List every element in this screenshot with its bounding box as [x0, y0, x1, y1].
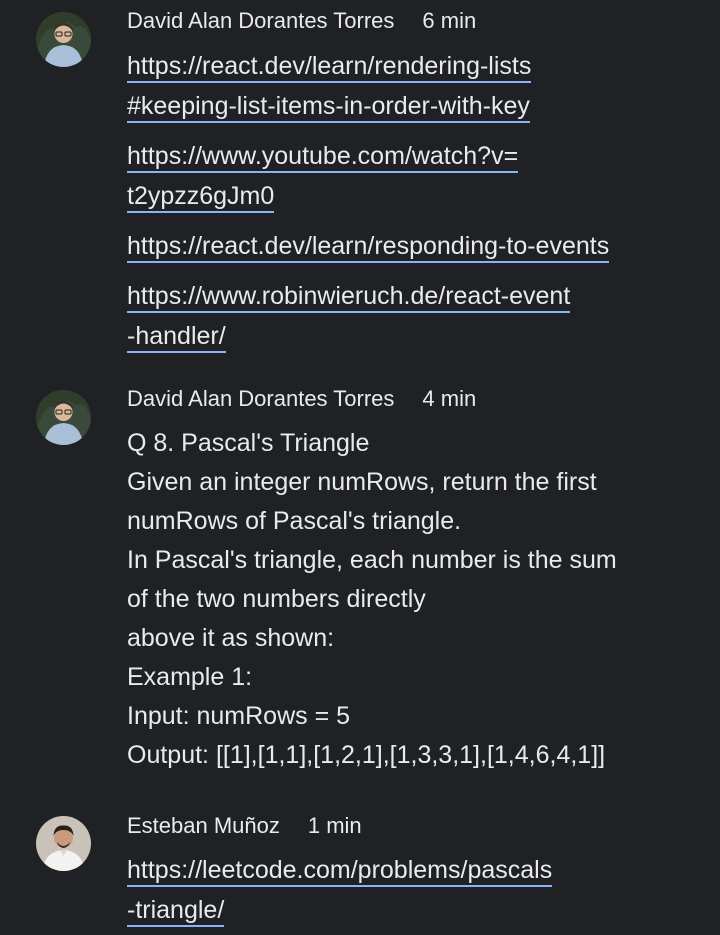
link-text-line: #keeping-list-items-in-order-with-key — [127, 92, 530, 123]
message-header: Esteban Muñoz 1 min — [127, 813, 362, 839]
message-text-line: above it as shown: — [127, 624, 335, 652]
message-text-line: Q 8. Pascal's Triangle — [127, 429, 370, 457]
message-time: 6 min — [422, 8, 477, 33]
link-text-line: t2ypzz6gJm0 — [127, 182, 275, 213]
link-text-line: https://leetcode.com/problems/pascals — [127, 856, 553, 887]
link-text-line: https://www.youtube.com/watch?v= — [127, 142, 519, 173]
message-link[interactable]: https://www.robinwieruch.de/react-event … — [127, 276, 707, 356]
message-body: Q 8. Pascal's Triangle Given an integer … — [127, 424, 707, 775]
user-avatar-glasses-icon[interactable] — [36, 390, 91, 445]
message-header: David Alan Dorantes Torres 6 min — [127, 8, 476, 34]
message-body: https://leetcode.com/problems/pascals -t… — [127, 850, 707, 930]
message-link[interactable]: https://react.dev/learn/rendering-lists … — [127, 46, 707, 126]
message-link[interactable]: https://www.youtube.com/watch?v= t2ypzz6… — [127, 136, 707, 216]
message-text-line: Output: [[1],[1,1],[1,2,1],[1,3,3,1],[1,… — [127, 741, 606, 769]
message-link[interactable]: https://leetcode.com/problems/pascals -t… — [127, 850, 707, 930]
message-body: https://react.dev/learn/rendering-lists … — [127, 46, 707, 356]
author-name: David Alan Dorantes Torres — [127, 8, 395, 33]
link-text-line: https://react.dev/learn/responding-to-ev… — [127, 232, 610, 263]
message-text-line: Given an integer numRows, return the fir… — [127, 468, 597, 496]
link-text-line: -handler/ — [127, 322, 226, 353]
author-name: Esteban Muñoz — [127, 813, 280, 838]
message-text-line: In Pascal's triangle, each number is the… — [127, 546, 617, 574]
link-text-line: -triangle/ — [127, 896, 225, 927]
link-text-line: https://www.robinwieruch.de/react-event — [127, 282, 571, 313]
message-text-line: Example 1: — [127, 663, 253, 691]
message-header: David Alan Dorantes Torres 4 min — [127, 386, 476, 412]
message-text-line: numRows of Pascal's triangle. — [127, 507, 462, 535]
message-time: 1 min — [307, 813, 362, 838]
message-text-line: of the two numbers directly — [127, 585, 426, 613]
message-link[interactable]: https://react.dev/learn/responding-to-ev… — [127, 226, 707, 266]
user-avatar-glasses-icon[interactable] — [36, 12, 91, 67]
message-text-line: Input: numRows = 5 — [127, 702, 351, 730]
link-text-line: https://react.dev/learn/rendering-lists — [127, 52, 532, 83]
author-name: David Alan Dorantes Torres — [127, 386, 395, 411]
message-time: 4 min — [422, 386, 477, 411]
user-avatar-icon[interactable] — [36, 816, 91, 871]
